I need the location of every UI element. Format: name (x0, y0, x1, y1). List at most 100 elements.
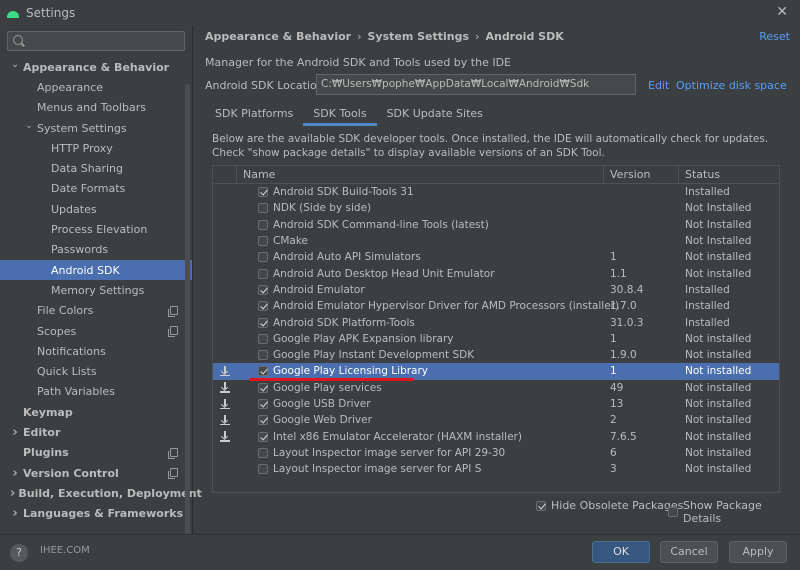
status-cell: Not installed (685, 251, 752, 264)
sidebar-item[interactable]: Quick Lists (0, 361, 192, 381)
table-header: Name Version Status (213, 166, 779, 184)
name-cell: Google Play services (237, 382, 604, 394)
sdk-location-field[interactable]: C:₩Users₩pophe₩AppData₩Local₩Android₩Sdk (316, 74, 636, 95)
package-checkbox[interactable] (258, 399, 268, 409)
table-row[interactable]: Android SDK Command-line Tools (latest) N… (213, 217, 779, 233)
sdk-location-label: Android SDK Location: (205, 79, 328, 92)
sidebar-item[interactable]: › Build, Execution, Deployment (0, 483, 202, 503)
apply-button[interactable]: Apply (729, 541, 787, 563)
package-checkbox[interactable] (258, 350, 268, 361)
show-details-checkbox[interactable] (668, 507, 678, 517)
sidebar-item-label: Memory Settings (51, 283, 145, 297)
package-checkbox[interactable] (258, 236, 268, 247)
table-row[interactable]: Layout Inspector image server for API S 3… (213, 461, 779, 477)
package-checkbox[interactable] (258, 382, 268, 393)
table-row[interactable]: Intel x86 Emulator Accelerator (HAXM ins… (213, 428, 779, 444)
table-row[interactable]: CMake Not Installed (213, 233, 779, 249)
tab-sdk-platforms[interactable]: SDK Platforms (205, 104, 303, 126)
package-checkbox[interactable] (258, 431, 268, 442)
package-checkbox[interactable] (258, 464, 268, 475)
sidebar-item[interactable]: Data Sharing (0, 158, 192, 178)
show-details-option[interactable]: Show Package Details (668, 499, 800, 525)
package-checkbox[interactable] (258, 268, 268, 279)
table-row[interactable]: Android Emulator 30.8.4 Installed (213, 282, 779, 298)
sidebar-item[interactable]: Process Elevation (0, 219, 192, 239)
optimize-disk-space-link[interactable]: Optimize disk space (676, 79, 787, 92)
package-checkbox[interactable] (258, 317, 268, 328)
hide-obsolete-option[interactable]: Hide Obsolete Packages (536, 499, 683, 512)
sidebar-item[interactable]: HTTP Proxy (0, 138, 192, 158)
table-row[interactable]: Android Auto Desktop Head Unit Emulator 1… (213, 265, 779, 281)
sidebar-item[interactable]: Keymap (0, 402, 192, 422)
table-row[interactable]: Google Play services 49 Not installed (213, 380, 779, 396)
name-cell: Android Emulator Hypervisor Driver for A… (237, 300, 619, 312)
sidebar-item[interactable]: › Version Control (0, 463, 192, 483)
table-row[interactable]: Layout Inspector image server for API 29… (213, 445, 779, 461)
status-cell: Not installed (685, 430, 752, 443)
column-header-version[interactable]: Version (604, 166, 679, 184)
sidebar-item[interactable]: Scopes (0, 321, 192, 341)
sidebar-item[interactable]: Android SDK (0, 259, 192, 281)
package-checkbox[interactable] (258, 447, 268, 458)
package-checkbox[interactable] (258, 187, 268, 198)
sidebar-item[interactable]: Passwords (0, 240, 192, 260)
version-cell: 1 (610, 332, 617, 345)
package-checkbox[interactable] (258, 252, 268, 263)
table-row[interactable]: Google USB Driver 13 Not installed (213, 396, 779, 412)
package-checkbox[interactable] (258, 366, 268, 377)
status-cell: Installed (685, 316, 730, 329)
sidebar-item[interactable]: Notifications (0, 341, 192, 361)
table-row[interactable]: Google Play APK Expansion library 1 Not in… (213, 331, 779, 347)
chevron-right-icon[interactable]: › (10, 425, 20, 440)
column-header-status[interactable]: Status (679, 166, 779, 184)
tab-sdk-update-sites[interactable]: SDK Update Sites (377, 104, 493, 126)
ok-button[interactable]: OK (592, 541, 650, 563)
sidebar-scrollbar[interactable] (185, 84, 190, 554)
sidebar-item[interactable]: Plugins (0, 443, 192, 463)
tab-sdk-tools[interactable]: SDK Tools (303, 104, 377, 126)
package-checkbox[interactable] (258, 301, 268, 312)
package-checkbox[interactable] (258, 284, 268, 295)
help-icon[interactable]: ? (10, 544, 28, 562)
cancel-button[interactable]: Cancel (660, 541, 718, 563)
sidebar-item-label: Quick Lists (37, 365, 97, 379)
sidebar-item[interactable]: › Languages & Frameworks (0, 504, 192, 524)
package-checkbox[interactable] (258, 333, 268, 344)
table-row[interactable]: Android Emulator Hypervisor Driver for A… (213, 298, 779, 314)
close-icon[interactable]: ✕ (776, 4, 788, 20)
sidebar-item[interactable]: File Colors (0, 301, 192, 321)
sidebar-item[interactable]: Date Formats (0, 179, 192, 199)
search-input[interactable] (7, 31, 185, 51)
sidebar-item[interactable]: Memory Settings (0, 280, 192, 300)
chevron-right-icon[interactable]: › (10, 506, 20, 521)
package-checkbox[interactable] (258, 415, 268, 426)
package-checkbox[interactable] (258, 203, 268, 214)
hide-obsolete-checkbox[interactable] (536, 500, 546, 511)
table-row[interactable]: NDK (Side by side) Not Installed (213, 200, 779, 216)
sidebar-item[interactable]: Appearance (0, 77, 192, 97)
column-header-name[interactable]: Name (237, 166, 604, 184)
chevron-right-icon[interactable]: › (10, 486, 15, 501)
chevron-down-icon[interactable]: ⌄ (10, 60, 20, 70)
chevron-down-icon[interactable]: ⌄ (24, 121, 34, 131)
table-row[interactable]: Android Auto API Simulators 1 Not installe… (213, 249, 779, 265)
edit-link[interactable]: Edit (648, 79, 669, 92)
package-checkbox[interactable] (258, 219, 268, 230)
sidebar-item[interactable]: Menus and Toolbars (0, 98, 192, 118)
reset-link[interactable]: Reset (759, 30, 790, 43)
sidebar-item[interactable]: › Editor (0, 422, 192, 442)
name-cell: CMake (237, 235, 604, 247)
name-cell: NDK (Side by side) (237, 202, 604, 214)
table-row[interactable]: Android SDK Platform-Tools 31.0.3 Installe… (213, 314, 779, 330)
sidebar-item-label: Languages & Frameworks (23, 507, 184, 521)
chevron-right-icon[interactable]: › (10, 466, 20, 481)
table-row[interactable]: Google Web Driver 2 Not installed (213, 412, 779, 428)
sidebar-item[interactable]: Path Variables (0, 382, 192, 402)
sidebar-item[interactable]: ⌄ System Settings (0, 118, 192, 138)
table-row[interactable]: Google Play Instant Development SDK 1.9.0… (213, 347, 779, 363)
sidebar-item[interactable]: ⌄ Appearance & Behavior (0, 57, 192, 77)
download-icon (220, 431, 230, 442)
sidebar-item[interactable]: Updates (0, 199, 192, 219)
dialog-footer: ? IHEE.COM OK Cancel Apply (0, 534, 800, 570)
table-row[interactable]: Android SDK Build-Tools 31 Installed (213, 184, 779, 200)
